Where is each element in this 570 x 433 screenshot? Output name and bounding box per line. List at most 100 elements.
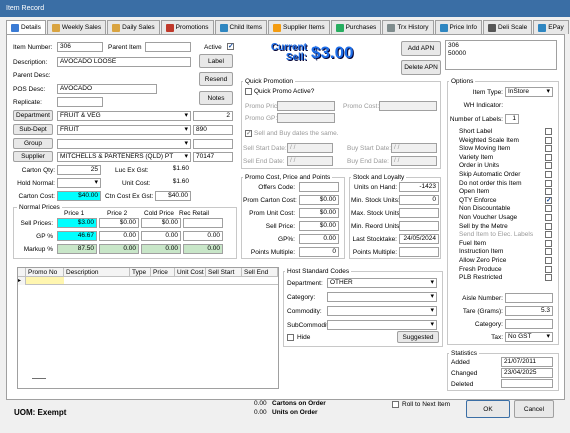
grid-header-type[interactable]: Type [130, 268, 151, 277]
promo-sell-price-field[interactable]: $0.00 [299, 221, 339, 231]
notes-button[interactable]: Notes [199, 91, 233, 105]
option-flag-checkbox[interactable] [545, 239, 552, 247]
option-flag-checkbox[interactable] [545, 248, 552, 256]
option-category-field[interactable] [505, 319, 553, 329]
units-on-hand-field[interactable]: -1423 [399, 182, 439, 192]
option-flag-checkbox[interactable] [545, 205, 552, 213]
delete-apn-button[interactable]: Delete APN [401, 60, 441, 75]
tab-weekly-sales[interactable]: Weekly Sales [46, 20, 107, 34]
tab-deli-scale[interactable]: Deli Scale [482, 20, 533, 34]
promo-gp-field[interactable] [277, 113, 335, 123]
sell-end-field[interactable]: / / [287, 156, 333, 166]
promo-cost-field[interactable] [379, 101, 437, 111]
tab-promotions[interactable]: Promotions [160, 20, 214, 34]
sell-price-1[interactable]: $3.00 [57, 218, 97, 228]
gp-cold-price[interactable]: 0.00 [141, 231, 181, 241]
item-type-select[interactable]: InStore [505, 87, 553, 97]
num-labels-field[interactable]: 1 [505, 114, 519, 124]
grid-header-description[interactable]: Description [64, 268, 130, 277]
tab-supplier-items[interactable]: Supplier Items [268, 20, 330, 34]
host-subcommodity-select[interactable] [327, 320, 437, 330]
option-flag-checkbox[interactable] [545, 213, 552, 221]
host-department-select[interactable]: OTHER [327, 278, 437, 288]
sell-start-field[interactable]: / / [287, 143, 333, 153]
option-flag-checkbox[interactable] [545, 136, 552, 144]
grid-header-sell-end[interactable]: Sell End [242, 268, 278, 277]
tab-details[interactable]: Details [6, 20, 46, 35]
option-flag-checkbox[interactable] [545, 231, 552, 239]
sell-price-2[interactable]: $0.00 [99, 218, 139, 228]
prom-unit-cost-field[interactable]: $0.00 [299, 208, 339, 218]
tare-field[interactable]: 5.3 [505, 306, 553, 316]
grid-header-price[interactable]: Price [151, 268, 175, 277]
ok-button[interactable]: OK [466, 400, 510, 418]
tab-purchases[interactable]: Purchases [330, 20, 382, 34]
buy-start-field[interactable]: / / [391, 143, 437, 153]
grid-current-cell[interactable] [26, 277, 64, 285]
same-dates-checkbox[interactable]: ✓ [245, 130, 252, 137]
group-code[interactable] [193, 139, 233, 149]
apn-list[interactable]: 306 50000 [445, 40, 557, 70]
label-button[interactable]: Label [199, 54, 233, 68]
scroll-handle[interactable] [32, 378, 46, 379]
subdept-code[interactable]: 890 [193, 125, 233, 135]
apn-list-item[interactable]: 306 [448, 42, 554, 50]
subdept-button[interactable]: Sub-Dept [13, 124, 53, 135]
group-button[interactable]: Group [13, 138, 53, 149]
sell-cold-price[interactable]: $0.00 [141, 218, 181, 228]
pos-desc-field[interactable]: AVOCADO [57, 84, 157, 94]
stock-points-multiple-field[interactable] [399, 247, 439, 257]
resend-button[interactable]: Resend [199, 72, 233, 86]
parent-item-field[interactable] [145, 42, 191, 52]
option-flag-checkbox[interactable] [545, 128, 552, 135]
supplier-code[interactable]: 70147 [193, 152, 233, 162]
carton-cost-field[interactable]: $40.00 [57, 191, 101, 201]
suggested-button[interactable]: Suggested [397, 331, 439, 343]
tab-price-info[interactable]: Price Info [434, 20, 482, 34]
grid-header-sell-start[interactable]: Sell Start [206, 268, 242, 277]
option-flag-checkbox[interactable] [545, 188, 552, 196]
promotions-grid[interactable]: Promo No Description Type Price Unit Cos… [17, 267, 279, 389]
last-stocktake-field[interactable]: 24/05/2024 [399, 234, 439, 244]
description-field[interactable]: AVOCADO LOOSE [57, 57, 191, 67]
tab-trx-history[interactable]: Trx History [382, 20, 434, 34]
prom-carton-cost-field[interactable]: $0.00 [299, 195, 339, 205]
tab-daily-sales[interactable]: Daily Sales [107, 20, 160, 34]
department-code[interactable]: 2 [193, 111, 233, 121]
aisle-field[interactable] [505, 293, 553, 303]
grid-new-row[interactable] [64, 277, 278, 285]
option-flag-checkbox[interactable] [545, 265, 552, 273]
active-checkbox[interactable]: ✓ [227, 43, 234, 50]
subdept-select[interactable]: FRUIT [57, 125, 191, 135]
tab-epay[interactable]: EPay [533, 20, 569, 34]
department-button[interactable]: Department [13, 110, 53, 121]
offers-code-field[interactable] [299, 182, 339, 192]
option-flag-checkbox[interactable] [545, 162, 552, 170]
grid-header-unit-cost[interactable]: Unit Cost [175, 268, 206, 277]
host-commodity-select[interactable] [327, 306, 437, 316]
promo-price-field[interactable] [277, 101, 335, 111]
gp-rec-retail[interactable]: 0.00 [183, 231, 223, 241]
group-select[interactable] [57, 139, 191, 149]
tab-child-items[interactable]: Child Items [214, 20, 268, 34]
promo-points-multiple-field[interactable]: 0 [299, 247, 339, 257]
roll-next-checkbox[interactable] [392, 401, 399, 408]
tax-select[interactable]: No GST [505, 332, 553, 342]
option-flag-checkbox[interactable] [545, 170, 552, 178]
item-number-field[interactable]: 306 [57, 42, 103, 52]
option-flag-checkbox[interactable] [545, 145, 552, 153]
option-flag-checkbox[interactable]: ✓ [545, 196, 552, 204]
hold-normal-select[interactable] [57, 178, 101, 188]
max-stock-field[interactable] [399, 208, 439, 218]
replicate-field[interactable] [57, 97, 103, 107]
sell-rec-retail[interactable] [183, 218, 223, 228]
department-select[interactable]: FRUIT & VEG [57, 111, 191, 121]
add-apn-button[interactable]: Add APN [401, 41, 441, 56]
gp-price-1[interactable]: 46.67 [57, 231, 97, 241]
supplier-button[interactable]: Supplier [13, 151, 53, 162]
hide-checkbox[interactable] [287, 334, 294, 341]
ctn-cost-field[interactable]: $40.00 [155, 191, 191, 201]
buy-end-field[interactable]: / / [391, 156, 437, 166]
min-reord-field[interactable] [399, 221, 439, 231]
carton-qty-field[interactable]: 25 [57, 165, 101, 175]
